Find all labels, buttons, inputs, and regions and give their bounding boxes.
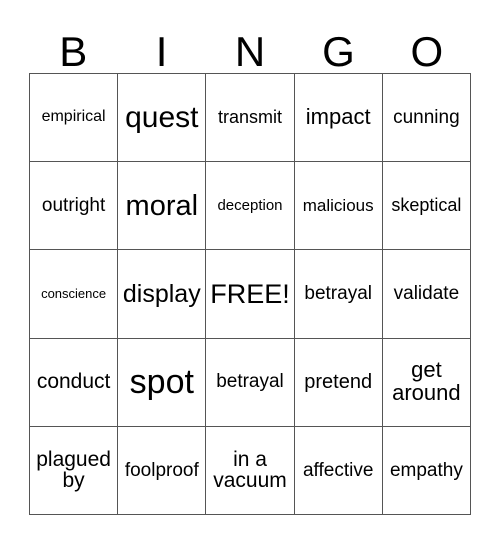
bingo-cell[interactable]: transmit xyxy=(206,74,295,163)
bingo-cell-label: quest xyxy=(125,101,199,134)
bingo-cell-label: betrayal xyxy=(304,283,372,305)
bingo-cell[interactable]: conduct xyxy=(30,338,119,427)
header-letter-i: I xyxy=(155,28,168,75)
bingo-cell[interactable]: get around xyxy=(382,338,471,427)
bingo-cell[interactable]: display xyxy=(118,250,207,339)
bingo-cell[interactable]: in a vacuum xyxy=(206,426,295,515)
bingo-cell-label: conscience xyxy=(41,286,107,302)
bingo-cell-label: get around xyxy=(392,357,461,406)
bingo-cell-label: deception xyxy=(217,196,283,214)
bingo-cell-label: pretend xyxy=(304,370,373,393)
bingo-cell[interactable]: moral xyxy=(118,162,207,251)
bingo-cell-label: in a vacuum xyxy=(213,447,287,493)
bingo-cell-label: moral xyxy=(125,189,199,222)
bingo-header-row: B I N G O xyxy=(29,22,471,73)
bingo-cell[interactable]: outright xyxy=(30,162,119,251)
bingo-cell[interactable]: affective xyxy=(294,426,383,515)
bingo-cell-label: foolproof xyxy=(124,459,199,481)
bingo-cell[interactable]: empirical xyxy=(30,74,119,163)
bingo-card: B I N G O empirical quest transmit impact cu… xyxy=(0,0,500,544)
bingo-cell[interactable]: betrayal xyxy=(294,250,383,339)
bingo-cell[interactable]: quest xyxy=(118,74,207,163)
bingo-cell[interactable]: plagued by xyxy=(30,426,119,515)
bingo-cell-label: validate xyxy=(393,283,460,305)
bingo-cell-label: outright xyxy=(41,194,106,216)
header-letter-b: B xyxy=(59,28,88,75)
bingo-cell-free-space[interactable]: FREE! xyxy=(206,250,295,339)
bingo-cell-label: conduct xyxy=(36,370,111,394)
bingo-cell[interactable]: empathy xyxy=(382,426,471,515)
bingo-cell[interactable]: malicious xyxy=(294,162,383,251)
bingo-cell-label: cunning xyxy=(393,106,460,128)
bingo-cell-label: malicious xyxy=(302,195,374,215)
bingo-cell-label: betrayal xyxy=(216,371,284,393)
header-letter-n: N xyxy=(234,28,266,75)
bingo-cell-label: affective xyxy=(302,459,374,481)
bingo-cell-label: skeptical xyxy=(391,195,462,216)
bingo-cell-label: impact xyxy=(305,104,371,130)
bingo-cell[interactable]: skeptical xyxy=(382,162,471,251)
bingo-cell-label: transmit xyxy=(217,107,282,128)
free-space-label: FREE! xyxy=(210,278,290,309)
header-letter-g: G xyxy=(322,28,355,75)
bingo-cell[interactable]: foolproof xyxy=(118,426,207,515)
bingo-cell[interactable]: betrayal xyxy=(206,338,295,427)
bingo-cell[interactable]: deception xyxy=(206,162,295,251)
bingo-grid: empirical quest transmit impact cunning outri… xyxy=(29,73,471,515)
bingo-cell[interactable]: conscience xyxy=(30,250,119,339)
bingo-cell[interactable]: spot xyxy=(118,338,207,427)
bingo-cell[interactable]: validate xyxy=(382,250,471,339)
header-letter-o: O xyxy=(410,28,444,75)
bingo-cell[interactable]: pretend xyxy=(294,338,383,427)
bingo-cell-label: empirical xyxy=(41,108,106,126)
bingo-cell-label: display xyxy=(122,279,201,308)
bingo-cell[interactable]: cunning xyxy=(382,74,471,163)
bingo-cell[interactable]: impact xyxy=(294,74,383,163)
bingo-cell-label: empathy xyxy=(389,459,463,481)
bingo-cell-label: spot xyxy=(129,362,194,401)
bingo-cell-label: plagued by xyxy=(36,447,111,493)
